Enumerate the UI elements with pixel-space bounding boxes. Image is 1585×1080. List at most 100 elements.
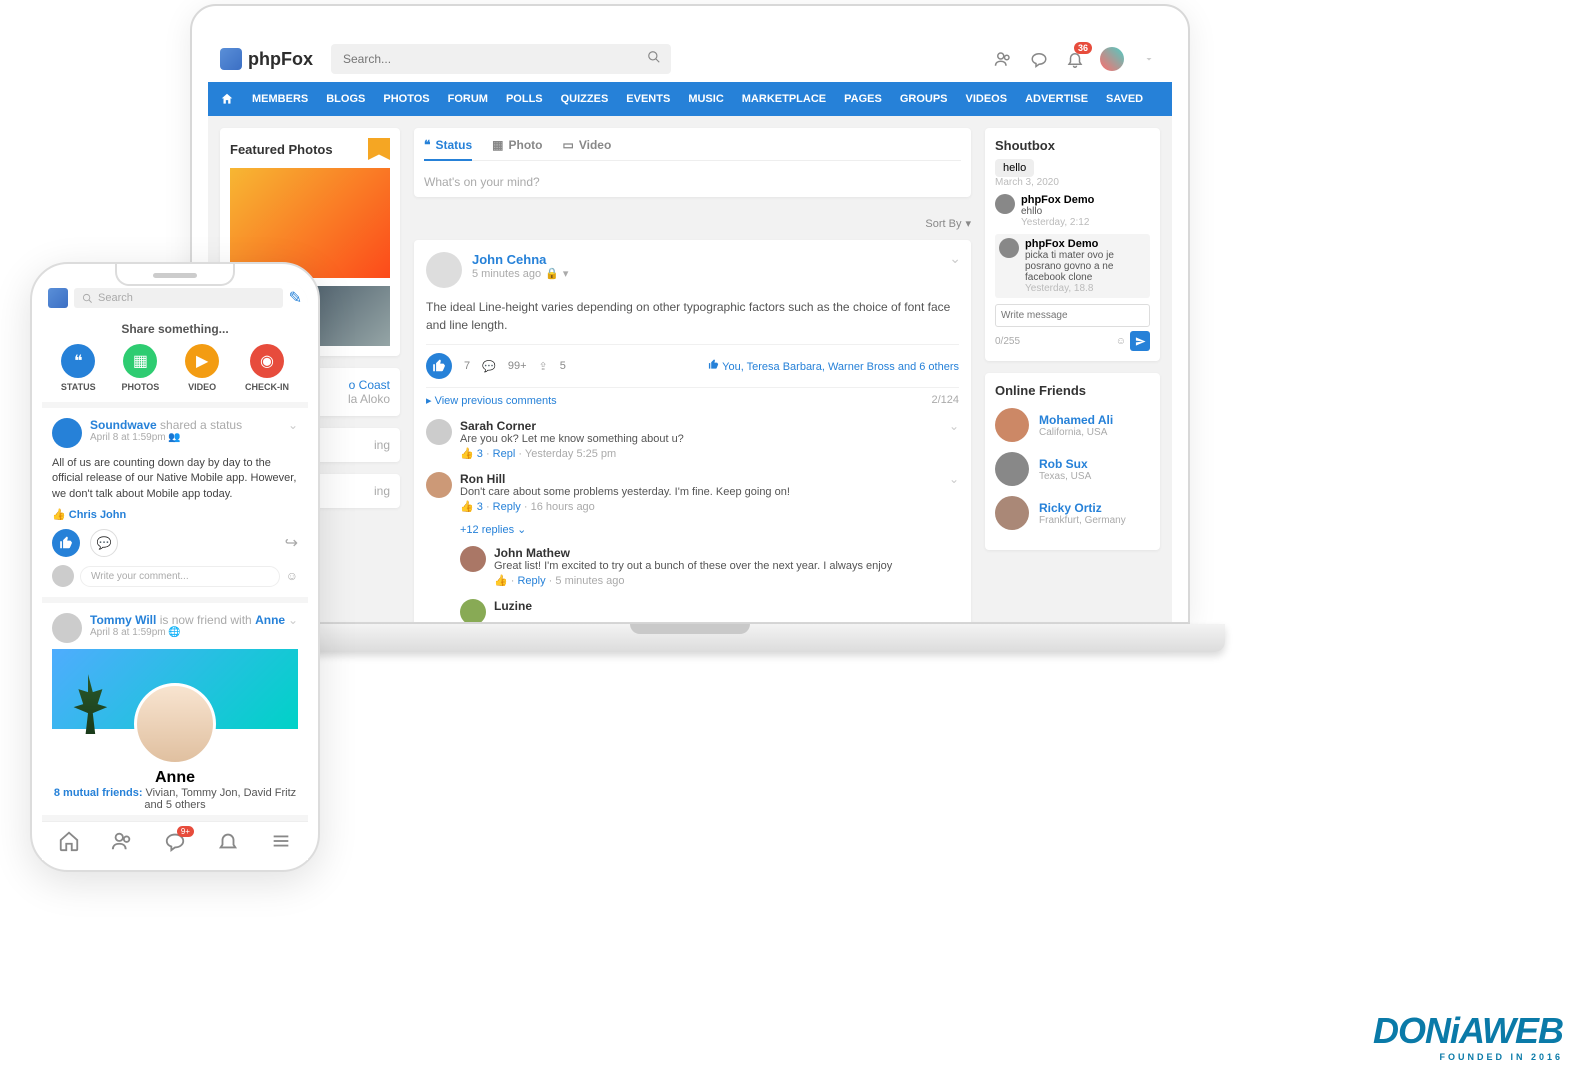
- shout-name[interactable]: phpFox Demo: [1021, 194, 1094, 206]
- share-icon[interactable]: ↪: [285, 533, 298, 553]
- comment-like[interactable]: 👍: [494, 575, 508, 587]
- globe-icon: 🌐: [168, 627, 180, 638]
- online-friends-title: Online Friends: [995, 383, 1086, 398]
- post-author-avatar[interactable]: [426, 252, 462, 288]
- like-button[interactable]: [52, 529, 80, 557]
- post-avatar[interactable]: [52, 613, 82, 643]
- status-icon: ❝: [61, 344, 95, 378]
- edit-icon[interactable]: ✎: [289, 288, 302, 308]
- sort-by-dropdown[interactable]: Sort By ▾: [414, 209, 971, 230]
- tab-menu-icon[interactable]: [270, 830, 292, 852]
- post-menu-icon[interactable]: ⌄: [288, 418, 298, 432]
- friend-name[interactable]: Anne: [52, 769, 298, 787]
- comment-avatar[interactable]: [460, 546, 486, 572]
- post-avatar[interactable]: [52, 418, 82, 448]
- tab-chat-icon[interactable]: 9+: [164, 830, 186, 852]
- emoji-icon[interactable]: ☺: [286, 569, 298, 583]
- friend-item[interactable]: Ricky OrtizFrankfurt, Germany: [995, 496, 1150, 530]
- shout-avatar[interactable]: [999, 238, 1019, 258]
- comment-menu-icon[interactable]: ⌄: [949, 472, 959, 513]
- post-actions: 7 💬 99+ ⇪ 5 You, Teresa Barbara, Warner …: [426, 344, 959, 387]
- nav-advertise[interactable]: ADVERTISE: [1025, 93, 1088, 105]
- comment-user[interactable]: Luzine: [494, 599, 959, 613]
- comment-user[interactable]: John Mathew: [494, 546, 959, 560]
- desktop-header: phpFox 36: [208, 36, 1172, 82]
- phone-notch: [115, 264, 235, 286]
- comment-counter: 2/124: [931, 394, 959, 407]
- search-input[interactable]: [331, 44, 671, 74]
- friend-profile-avatar[interactable]: [134, 683, 216, 765]
- photo-icon: ▦: [123, 344, 157, 378]
- comment-menu-icon[interactable]: ⌄: [949, 419, 959, 460]
- friend-item[interactable]: Rob SuxTexas, USA: [995, 452, 1150, 486]
- nav-home-icon[interactable]: [220, 92, 234, 106]
- share-checkin-button[interactable]: ◉CHECK-IN: [245, 344, 289, 392]
- logo-text: phpFox: [248, 49, 313, 70]
- comment-like[interactable]: 👍 3: [460, 501, 483, 513]
- comment-avatar[interactable]: [426, 472, 452, 498]
- like-button[interactable]: [426, 353, 452, 379]
- search-icon[interactable]: [647, 50, 661, 64]
- comment-button[interactable]: 💬: [90, 529, 118, 557]
- logo[interactable]: phpFox: [220, 48, 313, 70]
- tab-notifications-icon[interactable]: [217, 830, 239, 852]
- friend-item[interactable]: Mohamed AliCalifornia, USA: [995, 408, 1150, 442]
- comment-reply[interactable]: Reply: [493, 501, 521, 513]
- nav-pages[interactable]: PAGES: [844, 93, 882, 105]
- shoutbox-input[interactable]: [995, 304, 1150, 327]
- nav-events[interactable]: EVENTS: [626, 93, 670, 105]
- nav-music[interactable]: MUSIC: [688, 93, 723, 105]
- send-button[interactable]: [1130, 331, 1150, 351]
- notifications-icon[interactable]: 36: [1064, 48, 1086, 70]
- search-container: [331, 44, 671, 74]
- post-menu-icon[interactable]: ⌄: [949, 250, 961, 267]
- comment-input[interactable]: Write your comment...: [80, 566, 280, 587]
- composer-tab-status[interactable]: ❝ Status: [424, 138, 472, 161]
- comment-avatar[interactable]: [460, 599, 486, 624]
- share-status-button[interactable]: ❝STATUS: [61, 344, 96, 392]
- comment-like[interactable]: 👍 3: [460, 448, 483, 460]
- comment-reply[interactable]: Repl: [493, 448, 516, 460]
- composer-tab-video[interactable]: ▭ Video: [563, 138, 612, 152]
- friends-icon[interactable]: [992, 48, 1014, 70]
- post-author-name[interactable]: John Cehna: [472, 252, 568, 267]
- nav-polls[interactable]: POLLS: [506, 93, 543, 105]
- comment-user[interactable]: Sarah Corner: [460, 419, 941, 433]
- share-video-button[interactable]: ▶VIDEO: [185, 344, 219, 392]
- dropdown-icon[interactable]: [1138, 48, 1160, 70]
- mobile-logo-icon[interactable]: [48, 288, 68, 308]
- shout-time: Yesterday, 2:12: [1021, 217, 1094, 228]
- nav-forum[interactable]: FORUM: [448, 93, 488, 105]
- shout-avatar[interactable]: [995, 194, 1015, 214]
- nav-photos[interactable]: PHOTOS: [383, 93, 429, 105]
- nav-videos[interactable]: VIDEOS: [966, 93, 1008, 105]
- chevron-down-icon[interactable]: ▾: [563, 267, 569, 280]
- nav-members[interactable]: MEMBERS: [252, 93, 308, 105]
- messages-icon[interactable]: [1028, 48, 1050, 70]
- nav-quizzes[interactable]: QUIZZES: [561, 93, 609, 105]
- nav-groups[interactable]: GROUPS: [900, 93, 948, 105]
- more-replies[interactable]: +12 replies ⌄: [460, 523, 959, 536]
- shout-name[interactable]: phpFox Demo: [1025, 238, 1146, 250]
- user-avatar[interactable]: [1100, 47, 1124, 71]
- share-photos-button[interactable]: ▦PHOTOS: [121, 344, 159, 392]
- share-icon[interactable]: ⇪: [539, 360, 548, 373]
- nav-saved[interactable]: SAVED: [1106, 93, 1143, 105]
- comment-reply[interactable]: Reply: [517, 575, 545, 587]
- composer-input[interactable]: What's on your mind?: [424, 161, 961, 193]
- emoji-icon[interactable]: ☺: [1116, 336, 1126, 347]
- tab-home-icon[interactable]: [58, 830, 80, 852]
- nav-blogs[interactable]: BLOGS: [326, 93, 365, 105]
- comment-user[interactable]: Ron Hill: [460, 472, 941, 486]
- composer-tab-photo[interactable]: ▦ Photo: [492, 138, 542, 152]
- tab-friends-icon[interactable]: [111, 830, 133, 852]
- post-likes[interactable]: 👍 Chris John: [52, 508, 298, 521]
- comment-icon[interactable]: 💬: [482, 360, 496, 373]
- comment-avatar[interactable]: [426, 419, 452, 445]
- view-previous-comments[interactable]: ▸ View previous comments 2/124: [426, 387, 959, 413]
- mobile-search[interactable]: Search: [74, 288, 283, 308]
- post-likes-text[interactable]: You, Teresa Barbara, Warner Bross and 6 …: [708, 359, 959, 373]
- nav-marketplace[interactable]: MARKETPLACE: [742, 93, 826, 105]
- post-menu-icon[interactable]: ⌄: [288, 613, 298, 627]
- laptop-frame: phpFox 36: [190, 4, 1190, 704]
